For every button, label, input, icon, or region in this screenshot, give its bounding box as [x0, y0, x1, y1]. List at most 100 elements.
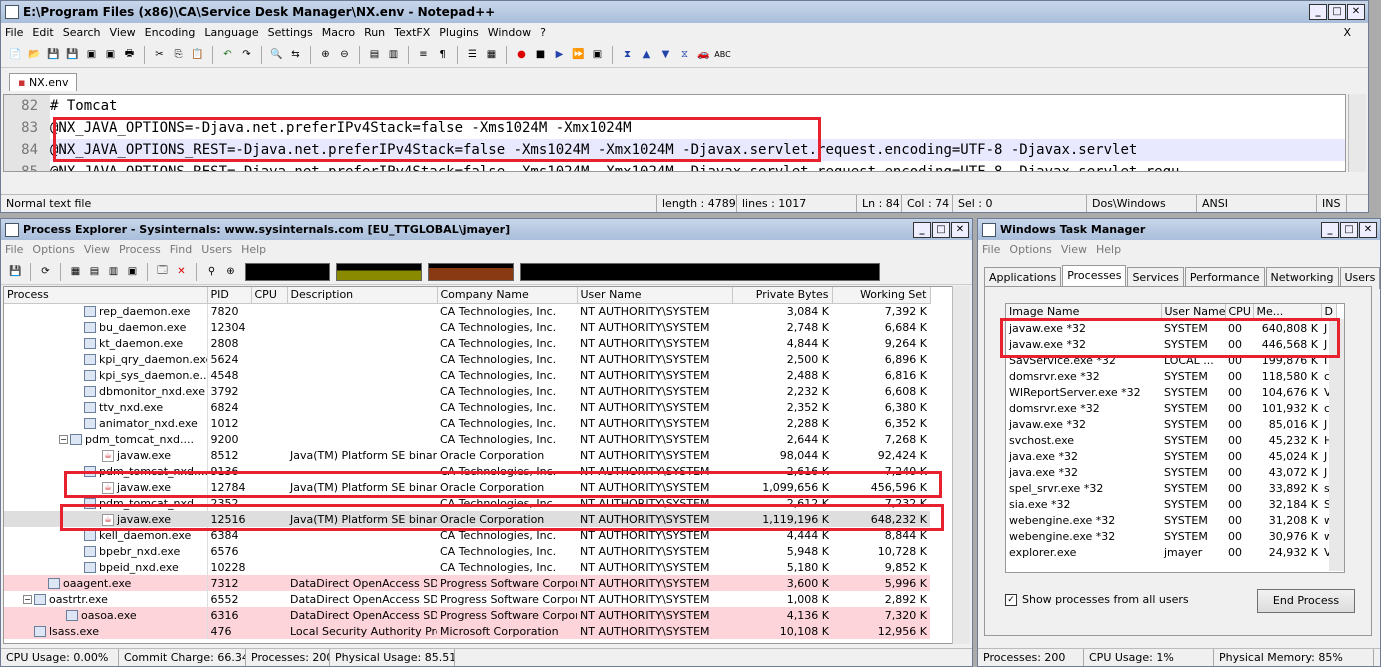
- io-graph[interactable]: [428, 262, 514, 281]
- kill-process-icon[interactable]: ✕: [173, 263, 190, 280]
- minimize-button[interactable]: _: [1309, 4, 1327, 20]
- menu-window[interactable]: Window: [488, 26, 531, 39]
- column-header-cpu[interactable]: CPU: [1225, 304, 1254, 321]
- table-row[interactable]: kell_daemon.exe 6384 CA Technologies, Inc.…: [4, 527, 930, 543]
- properties-icon[interactable]: 🗔: [154, 263, 171, 280]
- doc-close-x[interactable]: X: [1343, 26, 1351, 39]
- system-info-icon[interactable]: ▦: [67, 263, 84, 280]
- table-row[interactable]: − oastrtr.exe 6552 DataDirect OpenAccess SD…: [4, 591, 930, 607]
- table-row[interactable]: javaw.exe *32 SYSTEM 00 446,568 KJ: [1006, 336, 1336, 352]
- menu-users[interactable]: Users: [201, 243, 232, 256]
- menu-macro[interactable]: Macro: [322, 26, 355, 39]
- process-tree-icon[interactable]: ▤: [86, 263, 103, 280]
- table-row[interactable]: kpi_qry_daemon.exe 5624 CA Technologies, I…: [4, 351, 930, 367]
- up-arrow-icon[interactable]: ▲: [638, 46, 655, 63]
- table-row[interactable]: oaagent.exe 7312 DataDirect OpenAccess SD.…: [4, 575, 930, 591]
- close-button[interactable]: ✕: [1347, 4, 1365, 20]
- maximize-button[interactable]: □: [1340, 221, 1358, 238]
- table-row[interactable]: sia.exe *32 SYSTEM 00 32,184 KS: [1006, 496, 1336, 512]
- menu-edit[interactable]: Edit: [32, 26, 53, 39]
- menu-textfx[interactable]: TextFX: [394, 26, 430, 39]
- replace-icon[interactable]: ⇆: [287, 46, 304, 63]
- show-all-chars-icon[interactable]: ¶: [434, 46, 451, 63]
- minimize-button[interactable]: _: [1321, 221, 1339, 238]
- menu-run[interactable]: Run: [364, 26, 385, 39]
- table-row[interactable]: domsrvr.exe *32 SYSTEM 00 118,580 Kc: [1006, 368, 1336, 384]
- physical-memory-graph[interactable]: [520, 262, 880, 281]
- menu-file[interactable]: File: [5, 243, 23, 256]
- menu-help[interactable]: Help: [241, 243, 266, 256]
- undo-icon[interactable]: ↶: [219, 46, 236, 63]
- table-row[interactable]: ttv_nxd.exe 6824 CA Technologies, Inc. NT A…: [4, 399, 930, 415]
- menu-options[interactable]: Options: [1009, 243, 1051, 256]
- table-row[interactable]: explorer.exe jmayer 00 24,932 KV: [1006, 544, 1336, 560]
- indent-guide-icon[interactable]: ☰: [464, 46, 481, 63]
- dll-view-icon[interactable]: ▣: [124, 263, 141, 280]
- table-row[interactable]: pdm_tomcat_nxd.... 2352 CA Technologies, I…: [4, 495, 930, 511]
- table-row[interactable]: webengine.exe *32SYSTEM0030,976 Kw: [1006, 528, 1336, 544]
- close-file-icon[interactable]: ▣: [83, 46, 100, 63]
- table-row[interactable]: oasoa.exe 6316 DataDirect OpenAccess SDK Pr…: [4, 607, 930, 623]
- refresh-icon[interactable]: ⟳: [37, 263, 54, 280]
- menu-settings[interactable]: Settings: [268, 26, 313, 39]
- process-list-scrollbar[interactable]: [952, 286, 970, 644]
- table-row[interactable]: WIReportServer.exe *32 SYSTEM 00 104,676 KV: [1006, 384, 1336, 400]
- collapse-icon[interactable]: ⧗: [619, 46, 636, 63]
- commit-graph[interactable]: [336, 262, 422, 281]
- taskmgr-list-scrollbar[interactable]: [1329, 319, 1344, 571]
- save-icon[interactable]: 💾: [7, 263, 24, 280]
- menu-process[interactable]: Process: [119, 243, 161, 256]
- table-row[interactable]: ☕ javaw.exe 8512 Java(TM) Platform SE binar…: [4, 447, 930, 463]
- column-header-memory[interactable]: Me...: [1253, 304, 1322, 321]
- tree-collapse-icon[interactable]: −: [23, 595, 32, 604]
- minimize-button[interactable]: _: [913, 221, 931, 238]
- menu-plugins[interactable]: Plugins: [439, 26, 478, 39]
- close-button[interactable]: ✕: [951, 221, 969, 238]
- stop-macro-icon[interactable]: ■: [532, 46, 549, 63]
- find-binoculars-icon[interactable]: ⚲: [203, 263, 220, 280]
- cut-icon[interactable]: ✂: [151, 46, 168, 63]
- column-header-image-name[interactable]: Image Name: [1006, 304, 1162, 321]
- play-macro-icon[interactable]: ▶: [551, 46, 568, 63]
- copy-icon[interactable]: ⎘: [170, 46, 187, 63]
- table-row[interactable]: kpi_sys_daemon.e... 4548 CA Technologies, …: [4, 367, 930, 383]
- table-row[interactable]: javaw.exe *32 SYSTEM 00 85,016 KJ: [1006, 416, 1336, 432]
- column-header-working-set[interactable]: Working Set: [832, 287, 931, 304]
- table-row[interactable]: SavService.exe *32 LOCAL ... 00 199,876 KI: [1006, 352, 1336, 368]
- menu-search[interactable]: Search: [63, 26, 101, 39]
- table-row[interactable]: pdm_tomcat_nxd.... 9136 CA Technologies, I…: [4, 463, 930, 479]
- table-row[interactable]: bu_daemon.exe 12304 CA Technologies, Inc. N…: [4, 319, 930, 335]
- menu-file[interactable]: File: [982, 243, 1000, 256]
- menu-options[interactable]: Options: [32, 243, 74, 256]
- find-icon[interactable]: 🔍: [268, 46, 285, 63]
- table-row[interactable]: java.exe *32 SYSTEM 00 43,072 KJ: [1006, 464, 1336, 480]
- menu-language[interactable]: Language: [204, 26, 258, 39]
- table-row[interactable]: dbmonitor_nxd.exe 3792 CA Technologies, In…: [4, 383, 930, 399]
- menu-find[interactable]: Find: [170, 243, 193, 256]
- table-row[interactable]: ☕ javaw.exe 12516 Java(TM) Platform SE bina…: [4, 511, 930, 527]
- save-all-icon[interactable]: 💾: [64, 46, 81, 63]
- paste-icon[interactable]: 📋: [189, 46, 206, 63]
- column-header-description[interactable]: D: [1321, 304, 1337, 321]
- tab-processes[interactable]: Processes: [1062, 265, 1127, 287]
- maximize-button[interactable]: □: [932, 221, 950, 238]
- cpu-graph[interactable]: [245, 262, 330, 281]
- menu-help[interactable]: Help: [1096, 243, 1121, 256]
- maximize-button[interactable]: □: [1328, 4, 1346, 20]
- sync-vertical-icon[interactable]: ▤: [366, 46, 383, 63]
- column-header-user-name[interactable]: User Name: [1161, 304, 1226, 321]
- column-header-process[interactable]: Process: [4, 287, 208, 304]
- end-process-button[interactable]: End Process: [1257, 589, 1355, 613]
- open-file-icon[interactable]: 📂: [26, 46, 43, 63]
- close-all-icon[interactable]: ▣: [102, 46, 119, 63]
- save-icon[interactable]: 💾: [45, 46, 62, 63]
- table-row[interactable]: spel_srvr.exe *32 SYSTEM 00 33,892 Ks: [1006, 480, 1336, 496]
- show-all-users-checkbox[interactable]: ✓: [1005, 593, 1017, 606]
- menu-file[interactable]: File: [5, 26, 23, 39]
- udl-icon[interactable]: ▦: [483, 46, 500, 63]
- word-wrap-icon[interactable]: ≡: [415, 46, 432, 63]
- save-macro-icon[interactable]: ▣: [589, 46, 606, 63]
- column-header-description[interactable]: Description: [287, 287, 438, 304]
- table-row[interactable]: lsass.exe 476 Local Security Authority Pro…: [4, 623, 930, 639]
- zoom-out-icon[interactable]: ⊖: [336, 46, 353, 63]
